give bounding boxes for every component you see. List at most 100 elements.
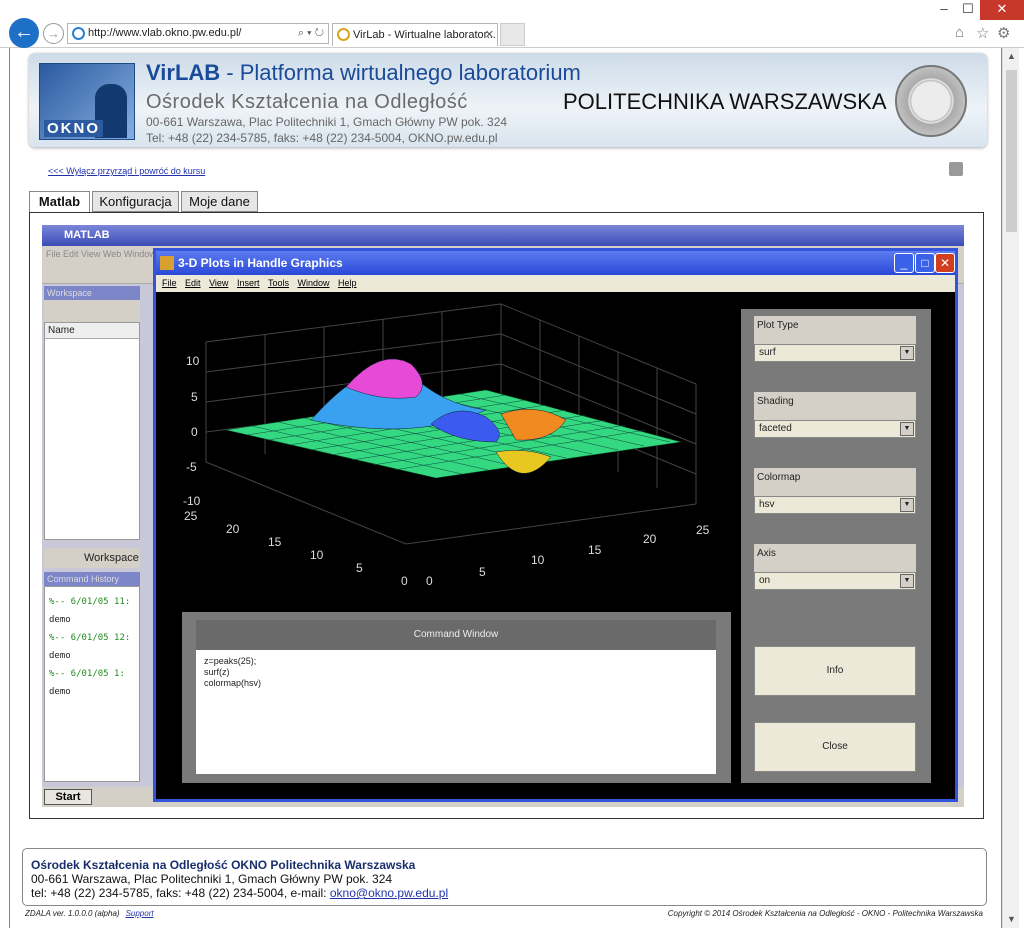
- footer-org: Ośrodek Kształcenia na Odległość OKNO Po…: [31, 858, 416, 872]
- command-line: z=peaks(25);: [204, 656, 257, 666]
- history-stamp: %-- 6/01/05 1:: [49, 669, 125, 679]
- print-icon[interactable]: [949, 162, 963, 176]
- menu-help[interactable]: Help: [338, 275, 357, 292]
- dropdown-arrow-icon[interactable]: ▼: [900, 422, 914, 436]
- back-to-course-link[interactable]: <<< Wyłącz przyrząd i powróć do kursu: [48, 166, 205, 176]
- shading-label: Shading: [754, 392, 916, 420]
- footer-address: 00-661 Warszawa, Plac Politechniki 1, Gm…: [31, 872, 393, 886]
- ie-tab-icon: [337, 28, 350, 41]
- history-command[interactable]: demo: [49, 611, 135, 629]
- shading-select[interactable]: faceted ▼: [754, 420, 916, 438]
- footer-email-link[interactable]: okno@okno.pw.edu.pl: [330, 886, 448, 900]
- axis-label: Axis: [754, 544, 916, 572]
- right-tick: 0: [426, 574, 433, 588]
- header-banner: OKNO VirLAB - Platforma wirtualnego labo…: [29, 53, 987, 147]
- workspace-tab[interactable]: Workspace: [44, 548, 140, 568]
- start-button[interactable]: Start: [44, 789, 92, 805]
- maximize-icon[interactable]: ☐: [958, 0, 978, 20]
- right-tick: 5: [479, 565, 486, 579]
- workspace-toolbar[interactable]: [44, 300, 140, 322]
- menu-edit[interactable]: Edit: [185, 275, 201, 292]
- workspace-list[interactable]: Name: [44, 322, 140, 540]
- command-window-text[interactable]: z=peaks(25); surf(z) colormap(hsv): [196, 650, 716, 774]
- dropdown-arrow-icon[interactable]: ▼: [900, 498, 914, 512]
- minimize-icon[interactable]: _: [894, 253, 914, 273]
- axis-select[interactable]: on ▼: [754, 572, 916, 590]
- scroll-down-icon[interactable]: ▼: [1003, 911, 1020, 928]
- address-bar[interactable]: http://www.vlab.okno.pw.edu.pl/ ⌕ ▾ ↻: [67, 23, 329, 44]
- history-command[interactable]: demo: [49, 647, 135, 665]
- z-tick: -10: [183, 494, 201, 508]
- workspace-title: Workspace: [44, 286, 140, 300]
- browser-chrome: – ☐ ✕ ← → http://www.vlab.okno.pw.edu.pl…: [0, 0, 1024, 48]
- close-tab-icon[interactable]: ✕: [485, 24, 494, 46]
- footer-box: Ośrodek Kształcenia na Odległość OKNO Po…: [22, 848, 987, 906]
- plot-window-title: 3-D Plots in Handle Graphics: [156, 251, 955, 275]
- plot-type-select[interactable]: surf ▼: [754, 344, 916, 362]
- close-button[interactable]: Close: [754, 722, 916, 772]
- menu-insert[interactable]: Insert: [237, 275, 260, 292]
- history-command[interactable]: demo: [49, 683, 135, 701]
- z-tick: 5: [191, 390, 198, 404]
- forward-button[interactable]: →: [43, 23, 64, 44]
- back-button[interactable]: ←: [9, 18, 39, 48]
- address-url: http://www.vlab.okno.pw.edu.pl/: [88, 27, 242, 39]
- left-tick: 10: [310, 548, 324, 562]
- version-info: ZDALA ver. 1.0.0.0 (alpha) Support: [25, 909, 154, 918]
- okno-logo-text: OKNO: [44, 120, 103, 137]
- favorites-star-icon[interactable]: ☆: [976, 24, 989, 42]
- banner-contact: Tel: +48 (22) 234-5785, faks: +48 (22) 2…: [146, 131, 498, 145]
- menu-view[interactable]: View: [209, 275, 228, 292]
- tab-moje-dane[interactable]: Moje dane: [181, 191, 258, 212]
- settings-gear-icon[interactable]: ⚙: [997, 24, 1010, 42]
- menu-window[interactable]: Window: [298, 275, 330, 292]
- university-name: POLITECHNIKA WARSZAWSKA: [563, 89, 887, 114]
- z-tick: 10: [186, 354, 200, 368]
- web-page: OKNO VirLAB - Platforma wirtualnego labo…: [9, 48, 1002, 928]
- menu-file[interactable]: File: [162, 275, 177, 292]
- matlab-title: MATLAB: [42, 225, 964, 246]
- footer-contact: tel: +48 (22) 234-5785, faks: +48 (22) 2…: [31, 886, 978, 900]
- home-icon[interactable]: ⌂: [955, 24, 964, 41]
- search-refresh-icon[interactable]: ⌕ ▾ ↻: [298, 24, 324, 43]
- footer-contact-text: tel: +48 (22) 234-5785, faks: +48 (22) 2…: [31, 886, 330, 900]
- university-seal-icon: [895, 65, 967, 137]
- dropdown-arrow-icon[interactable]: ▼: [900, 574, 914, 588]
- browser-tab[interactable]: VirLab - Wirtualne laborator... ✕: [332, 23, 498, 46]
- close-window-icon[interactable]: ✕: [980, 0, 1024, 20]
- command-line: colormap(hsv): [204, 678, 262, 688]
- left-tick: 15: [268, 535, 282, 549]
- colormap-select[interactable]: hsv ▼: [754, 496, 916, 514]
- maximize-icon[interactable]: □: [915, 253, 935, 273]
- support-link[interactable]: Support: [126, 909, 154, 918]
- new-tab-button[interactable]: [500, 23, 525, 46]
- history-stamp: %-- 6/01/05 12:: [49, 633, 131, 643]
- banner-subtitle: Ośrodek Kształcenia na Odległość: [146, 91, 468, 113]
- left-tick: 25: [184, 509, 198, 523]
- close-icon[interactable]: ✕: [935, 253, 955, 273]
- ie-page-icon: [72, 27, 85, 40]
- right-tick: 10: [531, 553, 545, 567]
- plot-area: 10 5 0 -5 -10 25 20 15 10 5 0 0 5 10 15 …: [156, 292, 955, 799]
- browser-tab-title: VirLab - Wirtualne laborator...: [353, 29, 496, 41]
- tab-konfiguracja[interactable]: Konfiguracja: [92, 191, 179, 212]
- tab-matlab[interactable]: Matlab: [29, 191, 90, 213]
- plot-window[interactable]: 3-D Plots in Handle Graphics _ □ ✕ File …: [153, 248, 958, 802]
- command-history-list[interactable]: %-- 6/01/05 11: demo %-- 6/01/05 12: dem…: [44, 586, 140, 782]
- vertical-scrollbar[interactable]: ▲ ▼: [1002, 48, 1019, 928]
- dropdown-arrow-icon[interactable]: ▼: [900, 346, 914, 360]
- banner-title-bold: VirLAB: [146, 60, 221, 85]
- matlab-window[interactable]: MATLAB File Edit View Web Window Help Wo…: [42, 225, 964, 807]
- minimize-icon[interactable]: –: [934, 0, 954, 20]
- info-button[interactable]: Info: [754, 646, 916, 696]
- plot-window-title-text: 3-D Plots in Handle Graphics: [178, 256, 343, 270]
- z-tick: 0: [191, 425, 198, 439]
- banner-title-rest: - Platforma wirtualnego laboratorium: [220, 60, 581, 85]
- banner-address: 00-661 Warszawa, Plac Politechniki 1, Gm…: [146, 115, 508, 129]
- surface-plot[interactable]: 10 5 0 -5 -10 25 20 15 10 5 0 0 5 10 15 …: [156, 292, 736, 612]
- right-tick: 25: [696, 523, 710, 537]
- scroll-up-icon[interactable]: ▲: [1003, 48, 1020, 65]
- copyright: Copyright © 2014 Ośrodek Kształcenia na …: [667, 909, 983, 918]
- scrollbar-thumb[interactable]: [1006, 70, 1017, 232]
- menu-tools[interactable]: Tools: [268, 275, 289, 292]
